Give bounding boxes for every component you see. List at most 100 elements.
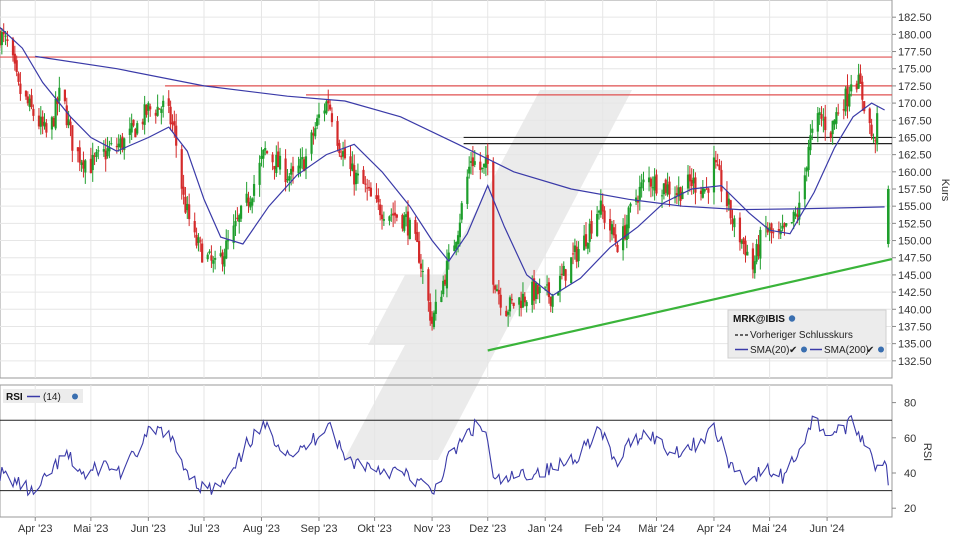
candle-down [377, 195, 380, 203]
candle-up [712, 157, 716, 193]
globe-icon[interactable] [788, 315, 796, 322]
candle-up [753, 261, 756, 274]
candle-down [173, 121, 176, 126]
candle-up [481, 167, 484, 170]
candle-down [616, 244, 619, 253]
candle-up [234, 221, 237, 227]
x-tick-label: Feb '24 [585, 523, 621, 535]
candle-up [816, 113, 819, 132]
candle-down [494, 285, 497, 290]
candle-down [497, 289, 500, 295]
check-icon[interactable]: ✔ [866, 345, 874, 356]
price-tick-label: 142.50 [898, 287, 932, 299]
candle-up [258, 162, 261, 185]
candle-down [364, 183, 367, 185]
candle-up [403, 215, 406, 231]
legend-title: MRK@IBIS [733, 314, 785, 325]
candle-up [803, 175, 806, 200]
candle-down [19, 83, 22, 94]
candle-up [642, 179, 645, 183]
candle-up [507, 311, 510, 315]
candle-up [301, 157, 304, 160]
candle-up [629, 203, 632, 207]
candle-up [408, 219, 411, 240]
price-tick-label: 132.50 [898, 356, 932, 368]
candle-up [848, 93, 851, 107]
candle-down [870, 124, 873, 137]
globe-icon[interactable] [801, 346, 807, 353]
candle-up [525, 302, 528, 307]
candle-up [445, 260, 449, 289]
chart-canvas: 132.50 135.00 137.50 140.00 142.50 145.00 147.… [0, 0, 960, 540]
candle-down [427, 269, 430, 301]
candle-up [421, 271, 424, 273]
candle-down [343, 148, 347, 159]
rsi-y-axis-title: RSI [921, 443, 933, 461]
candle-down [71, 125, 74, 151]
candle-up [434, 301, 437, 314]
candle-down [182, 186, 185, 195]
candle-up [356, 173, 360, 176]
candle-down [180, 149, 183, 189]
candle-up [466, 176, 469, 204]
globe-icon[interactable] [878, 346, 884, 353]
candle-down [30, 95, 33, 108]
rsi-period: (14) [43, 392, 61, 403]
candle-up [208, 251, 211, 253]
candle-down [837, 112, 840, 114]
candle-down [590, 221, 593, 234]
candle-up [288, 176, 291, 181]
candle-up [792, 211, 795, 222]
candle-down [78, 147, 81, 163]
candle-down [820, 114, 823, 119]
candle-down [17, 73, 20, 82]
price-tick-label: 160.00 [898, 167, 932, 179]
candle-up [382, 219, 385, 221]
globe-icon[interactable] [72, 393, 78, 400]
x-tick-label: Mär '24 [638, 523, 674, 535]
candle-down [63, 89, 67, 102]
price-tick-label: 177.50 [898, 47, 932, 59]
x-tick-label: Jan '24 [528, 523, 563, 535]
x-tick-label: Jun '24 [810, 523, 845, 535]
candle-up [212, 260, 215, 264]
candle-up [538, 286, 541, 294]
candle-up [162, 100, 165, 108]
candle-down [369, 187, 372, 197]
last-bar-body [886, 189, 890, 244]
candle-up [197, 237, 200, 243]
candle-down [499, 294, 502, 308]
candle-down [199, 240, 202, 242]
candle-up [809, 135, 812, 151]
candle-up [278, 155, 282, 170]
price-tick-label: 180.00 [898, 29, 932, 41]
candle-up [703, 189, 706, 192]
price-tick-label: 170.00 [898, 98, 932, 110]
candle-down [655, 174, 658, 194]
rsi-title: RSI [6, 392, 23, 403]
candle-up [790, 222, 793, 224]
candle-up [317, 114, 321, 118]
price-tick-label: 147.50 [898, 253, 932, 265]
candle-down [419, 263, 423, 269]
candle-down [603, 210, 606, 223]
price-tick-label: 172.50 [898, 81, 932, 93]
price-tick-label: 165.00 [898, 132, 932, 144]
candle-down [265, 151, 269, 154]
candle-up [84, 160, 87, 173]
price-tick-label: 150.00 [898, 236, 932, 248]
price-tick-label: 140.00 [898, 304, 932, 316]
rsi-tick-label: 80 [904, 398, 916, 410]
check-icon[interactable]: ✔ [789, 345, 797, 356]
candle-up [596, 213, 599, 236]
candle-down [418, 241, 421, 263]
candle-down [547, 282, 551, 298]
candle-down [564, 269, 567, 281]
x-tick-label: Jul '23 [188, 523, 219, 535]
candle-down [336, 121, 339, 146]
candle-down [571, 253, 575, 255]
candle-down [15, 60, 18, 73]
candle-up [640, 182, 643, 189]
candle-down [720, 169, 723, 192]
candle-down [167, 98, 170, 106]
